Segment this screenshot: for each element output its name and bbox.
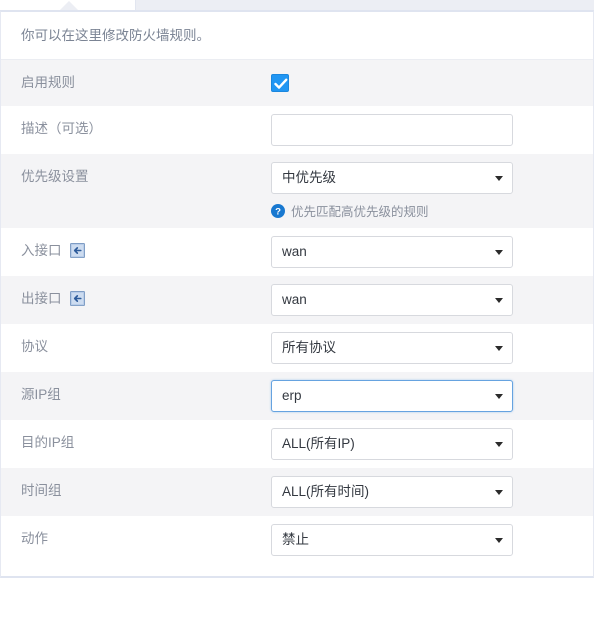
form-row-enable-rule: 启用规则 bbox=[1, 60, 593, 106]
chevron-down-icon bbox=[495, 346, 503, 351]
form-row-protocol: 协议 所有协议 bbox=[1, 324, 593, 372]
label-out-interface: 出接口 bbox=[1, 276, 271, 307]
check-icon bbox=[274, 78, 288, 89]
enable-rule-checkbox[interactable] bbox=[271, 74, 289, 92]
tab-pointer-caret-icon bbox=[60, 1, 78, 10]
field-out-interface: wan bbox=[271, 276, 593, 324]
label-description: 描述（可选） bbox=[21, 121, 102, 136]
source-ip-group-select-value: erp bbox=[282, 388, 302, 403]
form-row-out-interface: 出接口 wan bbox=[1, 276, 593, 324]
form-row-priority: 优先级设置 中优先级 ? 优先匹配高优先级的规则 bbox=[1, 154, 593, 228]
priority-select[interactable]: 中优先级 bbox=[271, 162, 513, 194]
chevron-down-icon bbox=[495, 538, 503, 543]
field-time-group: ALL(所有时间) bbox=[271, 468, 593, 516]
in-interface-select[interactable]: wan bbox=[271, 236, 513, 268]
field-description bbox=[271, 106, 593, 154]
chevron-down-icon bbox=[495, 250, 503, 255]
priority-select-value: 中优先级 bbox=[282, 170, 336, 185]
action-select[interactable]: 禁止 bbox=[271, 524, 513, 556]
chevron-down-icon bbox=[495, 442, 503, 447]
label-action: 动作 bbox=[21, 531, 48, 546]
in-interface-select-value: wan bbox=[282, 244, 307, 259]
help-circle-icon: ? bbox=[271, 203, 285, 218]
panel-description: 你可以在这里修改防火墙规则。 bbox=[1, 12, 593, 60]
label-time-group: 时间组 bbox=[21, 483, 62, 498]
out-interface-select[interactable]: wan bbox=[271, 284, 513, 316]
source-ip-group-select[interactable]: erp bbox=[271, 380, 513, 412]
firewall-rule-panel: 你可以在这里修改防火墙规则。 启用规则 描述（可选） 优先级设置 中优先级 ? … bbox=[0, 11, 594, 578]
chevron-down-icon bbox=[495, 298, 503, 303]
interface-arrow-icon[interactable] bbox=[70, 243, 86, 258]
chevron-down-icon bbox=[495, 394, 503, 399]
dest-ip-group-select-value: ALL(所有IP) bbox=[282, 436, 355, 451]
out-interface-select-value: wan bbox=[282, 292, 307, 307]
field-priority: 中优先级 ? 优先匹配高优先级的规则 bbox=[271, 154, 593, 228]
dest-ip-group-select[interactable]: ALL(所有IP) bbox=[271, 428, 513, 460]
label-source-ip-group: 源IP组 bbox=[21, 387, 61, 402]
label-dest-ip-group: 目的IP组 bbox=[21, 435, 75, 450]
form-row-source-ip-group: 源IP组 erp bbox=[1, 372, 593, 420]
field-protocol: 所有协议 bbox=[271, 324, 593, 372]
form-row-in-interface: 入接口 wan bbox=[1, 228, 593, 276]
interface-arrow-icon[interactable] bbox=[70, 291, 86, 306]
svg-text:?: ? bbox=[275, 206, 281, 217]
field-dest-ip-group: ALL(所有IP) bbox=[271, 420, 593, 468]
label-priority: 优先级设置 bbox=[21, 169, 89, 184]
action-select-value: 禁止 bbox=[282, 532, 309, 547]
form-row-action: 动作 禁止 bbox=[1, 516, 593, 576]
chevron-down-icon bbox=[495, 176, 503, 181]
field-enable-rule bbox=[271, 60, 593, 100]
field-source-ip-group: erp bbox=[271, 372, 593, 420]
time-group-select[interactable]: ALL(所有时间) bbox=[271, 476, 513, 508]
priority-hint: ? 优先匹配高优先级的规则 bbox=[271, 201, 593, 220]
priority-hint-text: 优先匹配高优先级的规则 bbox=[291, 205, 429, 219]
time-group-select-value: ALL(所有时间) bbox=[282, 484, 370, 499]
chevron-down-icon bbox=[495, 490, 503, 495]
form-row-time-group: 时间组 ALL(所有时间) bbox=[1, 468, 593, 516]
tab-strip bbox=[0, 0, 594, 11]
description-input[interactable] bbox=[271, 114, 513, 146]
field-in-interface: wan bbox=[271, 228, 593, 276]
protocol-select-value: 所有协议 bbox=[282, 340, 336, 355]
field-action: 禁止 bbox=[271, 516, 593, 564]
label-protocol: 协议 bbox=[21, 339, 48, 354]
protocol-select[interactable]: 所有协议 bbox=[271, 332, 513, 364]
form-row-dest-ip-group: 目的IP组 ALL(所有IP) bbox=[1, 420, 593, 468]
label-in-interface-text: 入接口 bbox=[21, 243, 62, 258]
form-row-description: 描述（可选） bbox=[1, 106, 593, 154]
label-enable-rule: 启用规则 bbox=[21, 75, 75, 90]
label-in-interface: 入接口 bbox=[1, 228, 271, 259]
label-out-interface-text: 出接口 bbox=[21, 291, 62, 306]
